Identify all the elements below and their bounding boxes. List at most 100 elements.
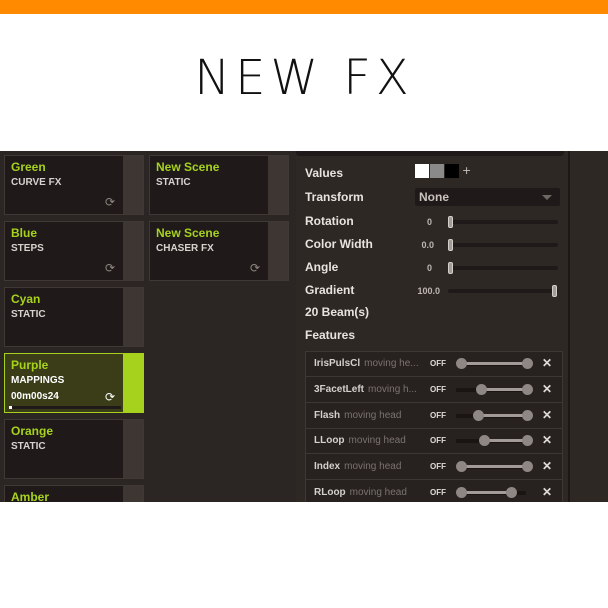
scene-tile-handle[interactable] [123,354,143,412]
feature-type: moving head [344,461,402,473]
scene-tile-handle[interactable] [123,222,143,280]
scene-name: Purple [11,358,49,372]
angle-label: Angle [305,260,339,274]
remove-feature-button[interactable]: ✕ [542,382,552,396]
scene-type: STATIC [11,441,46,452]
feature-state-toggle[interactable]: OFF [430,385,446,394]
feature-name: Index moving head [314,461,401,472]
scene-tile[interactable]: Purple MAPPINGS 00m00s24 ⟳ [4,353,144,413]
scene-type: CHASER FX [156,243,214,254]
scene-name: New Scene [156,226,220,240]
feature-name: LLoop moving head [314,435,406,446]
scene-grid: Green CURVE FX ⟳ Blue STEPS ⟳ Cyan STATIC Purple… [0,151,294,502]
angle-slider[interactable] [448,262,558,274]
features-heading: Features [305,328,356,342]
scene-tile-handle[interactable] [123,486,143,502]
transform-dropdown[interactable]: None [415,188,560,206]
range-min-handle[interactable] [479,435,491,447]
accent-bar [0,0,608,14]
remove-feature-button[interactable]: ✕ [542,408,552,422]
color-swatch-black[interactable] [445,164,459,178]
feature-name-text: LLoop [314,435,345,447]
scene-type: MAPPINGS [11,375,65,386]
color-width-slider[interactable] [448,239,558,251]
feature-name-text: IrisPulsCl [314,358,361,369]
range-min-handle[interactable] [456,358,467,369]
values-label: Values [305,166,344,180]
feature-name: 3FacetLeft moving h... [314,384,417,395]
range-min-handle[interactable] [456,461,467,473]
color-swatch-white[interactable] [415,164,429,178]
feature-state-toggle[interactable]: OFF [430,359,446,368]
feature-state-toggle[interactable]: OFF [430,462,446,471]
scene-tile-handle[interactable] [123,288,143,346]
range-min-handle[interactable] [456,487,467,498]
slider-thumb[interactable] [448,239,453,251]
gradient-value: 100.0 [417,286,440,296]
remove-feature-button[interactable]: ✕ [542,485,552,499]
feature-type: moving head [349,487,407,498]
range-max-handle[interactable] [522,409,533,421]
scene-tile[interactable]: Orange STATIC [4,419,144,479]
scene-tile[interactable]: Green CURVE FX ⟳ [4,155,144,215]
scene-type: STATIC [156,177,191,188]
range-max-handle[interactable] [522,358,533,369]
add-color-button[interactable]: + [462,164,471,177]
loop-icon: ⟳ [249,261,260,275]
slider-thumb[interactable] [552,285,557,297]
scene-tile-handle[interactable] [123,420,143,478]
scene-elapsed-time: 00m00s24 [11,391,59,402]
fx-properties-panel: Values + Transform None Rotation 0 Color… [296,151,568,502]
app-window: Green CURVE FX ⟳ Blue STEPS ⟳ Cyan STATIC Purple… [0,151,608,502]
feature-row: IrisPulsCl moving he... OFF ✕ [306,352,562,377]
scene-tile-handle[interactable] [268,222,288,280]
range-min-handle[interactable] [472,409,484,421]
scene-tile-handle[interactable] [268,156,288,214]
scene-type: STATIC [11,309,46,320]
scene-name: New Scene [156,160,220,174]
range-max-handle[interactable] [522,383,533,395]
scene-tile[interactable]: New Scene CHASER FX ⟳ [149,221,289,281]
beam-count: 20 Beam(s) [305,305,370,319]
range-max-handle[interactable] [505,487,517,498]
feature-name: RLoop moving head [314,487,407,498]
scene-tile[interactable]: Blue STEPS ⟳ [4,221,144,281]
feature-range-fill [460,465,526,469]
scene-tile-handle[interactable] [123,156,143,214]
rotation-value: 0 [426,217,432,227]
remove-feature-button[interactable]: ✕ [542,356,552,370]
feature-name-text: RLoop [314,487,346,498]
scene-tile[interactable]: Amber [4,485,144,502]
scene-tile[interactable]: New Scene STATIC [149,155,289,215]
feature-range-fill [460,362,526,365]
remove-feature-button[interactable]: ✕ [542,459,552,473]
feature-name: Flash moving head [314,410,401,421]
slider-thumb[interactable] [448,216,453,228]
features-list: IrisPulsCl moving he... OFF ✕ 3FacetLeft movi… [305,351,563,502]
range-max-handle[interactable] [522,435,533,447]
scene-type: CURVE FX [11,177,62,188]
color-width-value: 0.0 [421,240,434,250]
color-width-label: Color Width [305,237,373,251]
feature-state-toggle[interactable]: OFF [430,488,446,497]
feature-row: 3FacetLeft moving h... OFF ✕ [306,378,562,403]
feature-row: RLoop moving head OFF ✕ [306,481,562,502]
gradient-slider[interactable] [448,285,558,297]
page-title: NEW FX [194,50,414,106]
range-min-handle[interactable] [475,383,487,395]
scene-tile[interactable]: Cyan STATIC [4,287,144,347]
slider-thumb[interactable] [448,262,453,274]
remove-feature-button[interactable]: ✕ [542,433,552,447]
loop-icon: ⟳ [104,195,115,209]
scene-progress-fill [9,406,13,409]
gradient-label: Gradient [305,283,355,297]
color-swatch-gray[interactable] [430,164,444,178]
transform-value: None [419,190,449,204]
feature-name-text: Flash [314,409,341,421]
rotation-slider[interactable] [448,216,558,228]
scene-type: STEPS [11,243,44,254]
feature-state-toggle[interactable]: OFF [430,411,446,420]
feature-row: Flash moving head OFF ✕ [306,404,562,429]
range-max-handle[interactable] [522,461,533,473]
feature-state-toggle[interactable]: OFF [430,436,446,445]
